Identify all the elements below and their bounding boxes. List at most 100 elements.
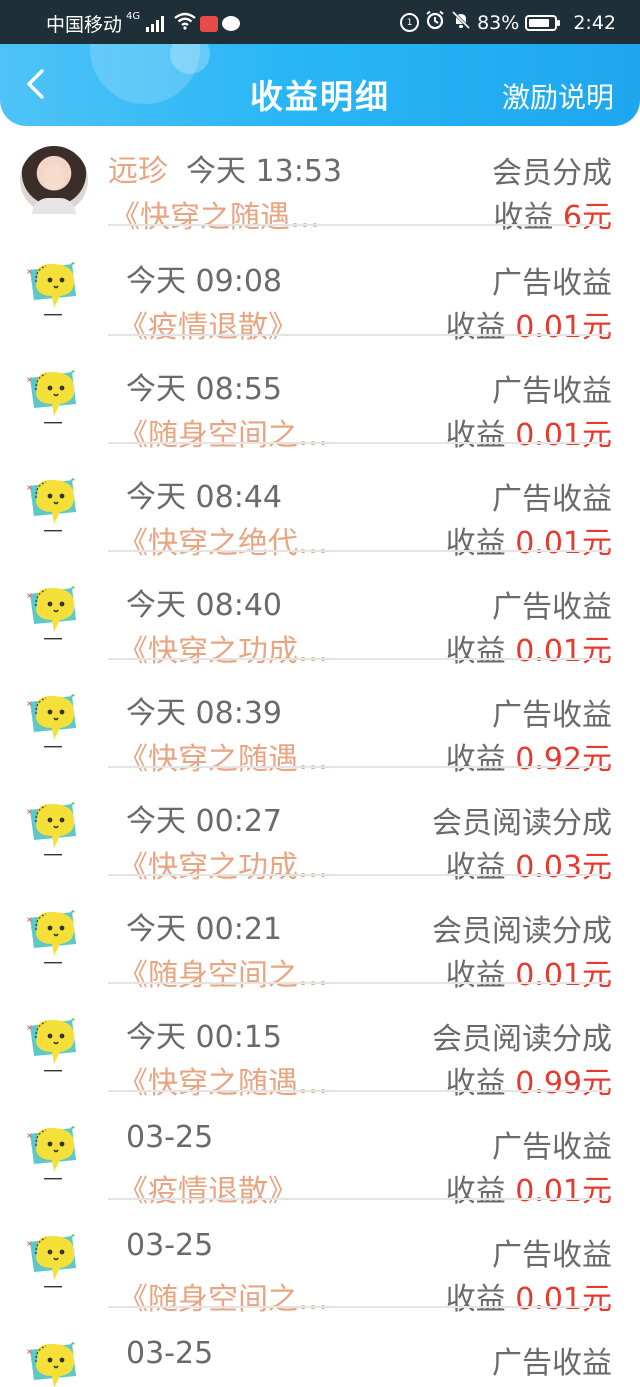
income-type: 会员分成 [492,156,612,191]
amount-value: 0.01元 [515,418,612,453]
row-divider [108,1198,608,1200]
list-item[interactable]: × ✦ 03-25 广告收益 《随身空间之… 收益 0.01元 [0,1208,640,1318]
record-time: 03-25 [126,1120,214,1155]
list-item[interactable]: × ✦ 今天 00:15 会员阅读分成 《快穿之随遇… 收益 0.99元 [0,992,640,1102]
list-item[interactable]: 远珍 今天 13:53 会员分成《快穿之随遇… 收益 6元 [0,126,640,236]
record-time: 今天 08:55 [126,372,282,407]
mascot-avatar-icon: × ✦ [26,800,76,856]
income-label: 收益 [445,1282,506,1317]
mascot-avatar-icon: × ✦ [26,1124,76,1180]
svg-text:✦: ✦ [70,908,76,916]
network-tag: 4G [126,11,141,22]
record-time: 今天 08:40 [126,588,282,623]
svg-text:×: × [26,807,33,816]
mascot-avatar-icon: × ✦ [26,908,76,964]
list-item[interactable]: × ✦ 今天 08:39 广告收益《快穿之随遇… 收益 0.92元 [0,668,640,778]
income-label: 收益 [445,634,506,669]
mascot-avatar-icon: × ✦ [26,476,76,532]
income-type: 广告收益 [492,590,612,625]
book-title[interactable]: 《疫情退散》 [118,1166,298,1210]
svg-text:✦: ✦ [70,368,76,376]
book-title[interactable]: 《随身空间之… [118,1274,328,1318]
income-amount: 收益 0.03元 [446,842,612,886]
svg-text:✦: ✦ [70,1016,76,1024]
amount-value: 0.99元 [515,1066,612,1101]
record-header: 远珍 今天 13:53 [108,146,342,190]
row-divider [108,874,608,876]
svg-text:×: × [26,915,33,924]
row-divider [108,442,608,444]
svg-text:✦: ✦ [70,476,76,484]
alarm-icon [425,10,445,35]
record-header: 今天 08:44 [126,472,282,516]
record-time: 今天 08:39 [126,696,282,731]
list-item[interactable]: × ✦ 03-25 广告收益 [0,1316,640,1387]
list-item[interactable]: × ✦ 今天 08:40 广告收益《快穿之功成… 收益 0.01元 [0,560,640,670]
income-type: 广告收益 [492,698,612,733]
income-amount: 收益 6元 [493,192,612,236]
income-record-list: 远珍 今天 13:53 会员分成 《快穿之随遇… 收益 6元 × ✦ 今天 09:08 广… [0,126,640,1387]
row-divider [108,982,608,984]
income-type: 会员阅读分成 [432,914,612,949]
income-label: 收益 [445,958,506,993]
book-title[interactable]: 《快穿之功成… [118,842,328,886]
record-header: 03-25 [126,1228,213,1263]
svg-text:✦: ✦ [70,260,76,268]
list-item[interactable]: × ✦ 今天 00:27 会员阅读分成 《快穿之功成… 收益 0.03元 [0,776,640,886]
user-avatar [20,146,88,214]
income-label: 收益 [445,850,506,885]
incentive-info-link[interactable]: 激励说明 [502,76,614,116]
income-type: 广告收益 [492,374,612,409]
record-header: 今天 00:27 [126,796,282,840]
income-type: 广告收益 [492,1130,612,1165]
mascot-avatar-icon: × ✦ [26,692,76,748]
record-time: 今天 00:21 [126,912,282,947]
book-title[interactable]: 《疫情退散》 [118,302,298,346]
amount-value: 0.01元 [515,1282,612,1317]
record-time: 03-25 [126,1228,214,1263]
mascot-avatar-icon: × ✦ [26,1340,76,1387]
income-amount: 收益 0.99元 [446,1058,612,1102]
amount-value: 0.01元 [515,958,612,993]
income-amount: 收益 0.01元 [446,950,612,994]
app-header: 收益明细 激励说明 [0,44,640,126]
income-label: 收益 [445,1066,506,1101]
book-title[interactable]: 《随身空间之… [118,950,328,994]
svg-text:×: × [26,591,33,600]
reader-name: 远珍 [108,154,168,189]
mascot-avatar-icon: × ✦ [26,1016,76,1072]
income-amount: 收益 0.01元 [446,302,612,346]
row-divider [108,766,608,768]
row-divider [108,224,608,226]
book-title[interactable]: 《随身空间之… [118,410,328,454]
income-amount: 收益 0.92元 [446,734,612,778]
clock: 2:42 [573,11,616,34]
book-title[interactable]: 《快穿之功成… [118,626,328,670]
book-title[interactable]: 《快穿之随遇… [118,1058,328,1102]
row-divider [108,334,608,336]
svg-text:×: × [26,267,33,276]
income-amount: 收益 0.01元 [446,626,612,670]
row-divider [108,658,608,660]
book-title[interactable]: 《快穿之随遇… [118,734,328,778]
mute-bell-icon [451,10,471,35]
list-item[interactable]: × ✦ 今天 00:21 会员阅读分成《随身空间之… 收益 0.01元 [0,884,640,994]
record-header: 今天 08:39 [126,688,282,732]
income-amount: 收益 0.01元 [446,1166,612,1210]
record-header: 今天 08:55 [126,364,282,408]
mascot-avatar-icon: × ✦ [26,584,76,640]
income-amount: 收益 0.01元 [446,410,612,454]
status-left: 中国移动 4G [46,10,241,37]
list-item[interactable]: × ✦ 今天 08:55 广告收益《随身空间之… 收益 0.01元 [0,344,640,454]
book-title[interactable]: 《快穿之绝代… [118,518,328,562]
svg-text:✦: ✦ [70,1124,76,1132]
list-item[interactable]: × ✦ 今天 08:44 广告收益 《快穿之绝代… 收益 0.01元 [0,452,640,562]
battery-icon [525,14,561,31]
book-title[interactable]: 《快穿之随遇… [110,192,320,236]
mascot-avatar-icon: × ✦ [26,368,76,424]
income-type: 广告收益 [492,1346,612,1381]
income-amount: 收益 0.01元 [446,1274,612,1318]
reader-app-icon [200,15,219,32]
list-item[interactable]: × ✦ 03-25 广告收益《疫情退散》 收益 0.01元 [0,1100,640,1210]
list-item[interactable]: × ✦ 今天 09:08 广告收益 《疫情退散》 收益 0.01元 [0,236,640,346]
